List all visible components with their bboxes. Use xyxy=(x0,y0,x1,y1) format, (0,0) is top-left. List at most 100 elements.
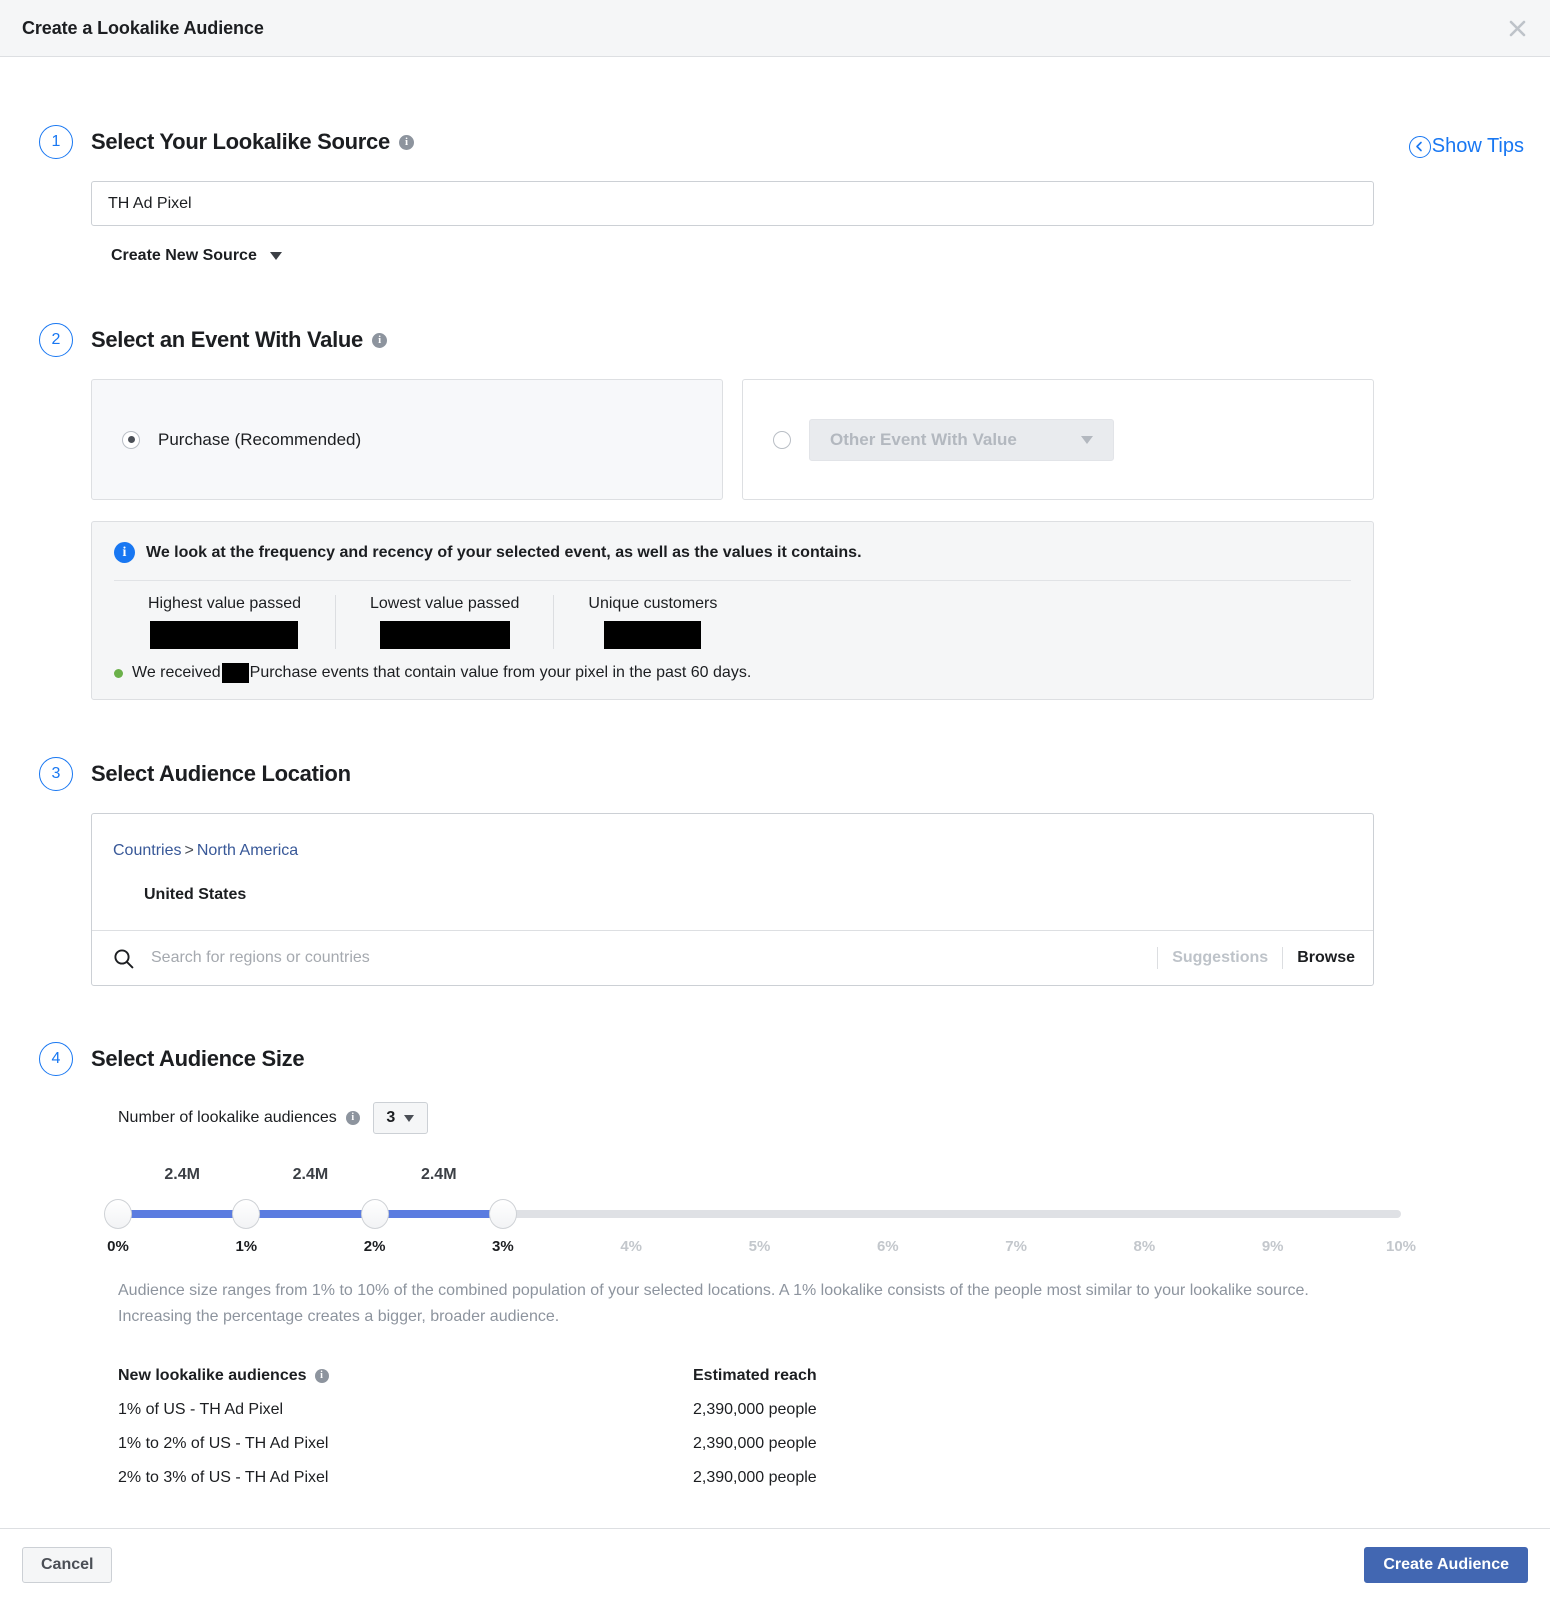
new-audiences-table: New lookalike audiences i Estimated reac… xyxy=(91,1359,1381,1495)
audience-name: 1% to 2% of US - TH Ad Pixel xyxy=(118,1434,329,1452)
event-option-purchase-label: Purchase (Recommended) xyxy=(158,429,362,449)
divider xyxy=(1282,947,1284,969)
slider-tick-label: 2% xyxy=(363,1238,386,1255)
table-header-reach: Estimated reach xyxy=(693,1366,817,1384)
cancel-button[interactable]: Cancel xyxy=(22,1546,113,1583)
events-received-prefix: We received xyxy=(132,664,221,681)
breadcrumb-separator: > xyxy=(184,842,194,859)
step-2-title-text: Select an Event With Value xyxy=(91,327,363,352)
redacted-value xyxy=(379,621,510,649)
slider-segment-label: 2.4M xyxy=(164,1166,200,1183)
estimated-reach: 2,390,000 people xyxy=(693,1468,817,1486)
number-of-audiences-label: Number of lookalike audiences xyxy=(118,1109,337,1126)
slider-handle[interactable] xyxy=(104,1199,132,1229)
create-audience-button[interactable]: Create Audience xyxy=(1364,1546,1528,1583)
slider-segment-label: 2.4M xyxy=(292,1166,329,1183)
step-1-title: Select Your Lookalike Source i xyxy=(91,125,1524,159)
slider-tick-label: 0% xyxy=(107,1238,129,1255)
step-1-lookalike-source: 1 Select Your Lookalike Source i TH Ad P… xyxy=(26,125,1524,265)
table-header-name: New lookalike audiences i xyxy=(118,1367,693,1385)
dialog-body: Show Tips 1 Select Your Lookalike Source… xyxy=(0,57,1550,1528)
metric-highest-value-passed: Highest value passed xyxy=(114,595,335,649)
info-panel-heading: i We look at the frequency and recency o… xyxy=(114,542,1351,581)
location-search-row: Search for regions or countries Suggesti… xyxy=(92,930,1373,985)
dialog-title: Create a Lookalike Audience xyxy=(22,17,264,38)
step-3-title: Select Audience Location xyxy=(91,757,1524,791)
info-icon[interactable]: i xyxy=(314,1368,329,1383)
suggestions-button[interactable]: Suggestions xyxy=(1172,949,1268,967)
caret-down-icon xyxy=(269,252,282,260)
slider-segment-label: 2.4M xyxy=(420,1166,457,1183)
info-icon-blue: i xyxy=(114,542,135,563)
event-option-other[interactable]: Other Event With Value xyxy=(742,379,1374,500)
step-2-title: Select an Event With Value i xyxy=(91,323,1524,357)
create-lookalike-audience-dialog: Create a Lookalike Audience Show Tips 1 … xyxy=(0,0,1550,1600)
slider-tick-label: 9% xyxy=(1261,1238,1284,1255)
browse-button[interactable]: Browse xyxy=(1297,949,1355,967)
estimated-reach: 2,390,000 people xyxy=(693,1434,817,1452)
breadcrumb-north-america[interactable]: North America xyxy=(197,842,298,859)
caret-down-icon xyxy=(1081,435,1093,444)
location-search-input[interactable]: Search for regions or countries xyxy=(151,949,1143,967)
number-of-audiences-value: 3 xyxy=(386,1109,396,1126)
step-4-title: Select Audience Size xyxy=(91,1042,1524,1076)
slider-tick-label: 8% xyxy=(1133,1238,1156,1255)
metric-label: Unique customers xyxy=(588,595,718,612)
metric-unique-customers: Unique customers xyxy=(553,595,751,649)
step-1-number: 1 xyxy=(39,125,73,159)
info-panel-heading-text: We look at the frequency and recency of … xyxy=(146,543,862,561)
event-option-purchase[interactable]: Purchase (Recommended) xyxy=(91,379,723,500)
step-4-number: 4 xyxy=(39,1042,73,1076)
redacted-value xyxy=(150,621,299,649)
slider-tick-label: 10% xyxy=(1385,1238,1417,1255)
slider-handle[interactable] xyxy=(232,1199,261,1229)
divider xyxy=(1157,947,1159,969)
slider-track[interactable] xyxy=(118,1210,1401,1218)
audience-name: 2% to 3% of US - TH Ad Pixel xyxy=(118,1468,329,1486)
slider-tick-label: 1% xyxy=(235,1238,258,1255)
lookalike-source-value: TH Ad Pixel xyxy=(108,194,192,212)
slider-tick-label: 7% xyxy=(1005,1238,1027,1255)
slider-handle[interactable] xyxy=(360,1199,389,1229)
event-options: Purchase (Recommended) Other Event With … xyxy=(91,379,1374,500)
slider-tick-label: 3% xyxy=(492,1238,514,1255)
radio-purchase-selected[interactable] xyxy=(122,430,140,449)
green-status-dot xyxy=(114,668,123,678)
step-3-title-text: Select Audience Location xyxy=(91,761,351,786)
metric-lowest-value-passed: Lowest value passed xyxy=(334,595,553,649)
breadcrumb-countries[interactable]: Countries xyxy=(113,842,181,859)
create-new-source-label: Create New Source xyxy=(111,247,257,264)
estimated-reach: 2,390,000 people xyxy=(693,1400,817,1418)
metric-label: Lowest value passed xyxy=(369,595,520,612)
location-search-actions: Suggestions Browse xyxy=(1143,947,1355,969)
dialog-header: Create a Lookalike Audience xyxy=(0,0,1550,57)
info-icon[interactable]: i xyxy=(398,134,414,150)
location-breadcrumb-area: Countries > North America United States xyxy=(92,814,1373,930)
create-new-source-dropdown[interactable]: Create New Source xyxy=(91,247,282,265)
number-of-audiences-row: Number of lookalike audiences i 3 xyxy=(91,1102,1524,1134)
step-3-number: 3 xyxy=(39,757,73,791)
audience-size-description: Audience size ranges from 1% to 10% of t… xyxy=(118,1282,1309,1326)
location-item-united-states[interactable]: United States xyxy=(113,886,1352,904)
step-2-event-with-value: 2 Select an Event With Value i Purchase … xyxy=(26,323,1524,700)
number-of-audiences-select[interactable]: 3 xyxy=(372,1102,428,1134)
slider-handle[interactable] xyxy=(488,1199,517,1229)
location-selector: Countries > North America United States Se… xyxy=(91,813,1374,986)
other-event-select-label: Other Event With Value xyxy=(830,429,1017,449)
close-icon[interactable] xyxy=(1504,15,1530,41)
search-icon xyxy=(113,948,134,969)
info-icon[interactable]: i xyxy=(371,332,387,348)
caret-down-icon xyxy=(404,1114,415,1122)
table-row: 2% to 3% of US - TH Ad Pixel 2,390,000 pe… xyxy=(118,1461,1381,1495)
radio-other-unselected[interactable] xyxy=(773,430,791,449)
step-1-title-text: Select Your Lookalike Source xyxy=(91,129,390,154)
slider-tick-label: 6% xyxy=(876,1238,899,1255)
event-metrics: Highest value passed Lowest value passed… xyxy=(114,581,1351,649)
step-3-audience-location: 3 Select Audience Location Countries > Nor… xyxy=(26,757,1524,986)
slider-tick-label: 4% xyxy=(620,1238,643,1255)
redacted-value xyxy=(604,621,702,649)
lookalike-source-input[interactable]: TH Ad Pixel xyxy=(91,181,1374,226)
info-icon[interactable]: i xyxy=(345,1111,360,1125)
audience-size-slider[interactable]: 2.4M 2.4M 2.4M 0% 1% 2% 3% 4% 5% 6% 7% 8% 9% 10% xyxy=(91,1166,1416,1276)
event-value-info-panel: i We look at the frequency and recency o… xyxy=(91,521,1374,700)
